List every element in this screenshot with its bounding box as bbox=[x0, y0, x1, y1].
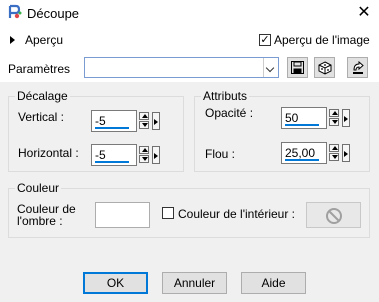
check-icon: ✓ bbox=[260, 34, 270, 46]
image-preview-label[interactable]: Aperçu de l'image bbox=[274, 33, 370, 47]
shadow-color-swatch[interactable] bbox=[95, 202, 150, 228]
cancel-button[interactable]: Annuler bbox=[162, 272, 227, 294]
vertical-label: Vertical : bbox=[18, 110, 65, 124]
blur-input[interactable]: 25,00 bbox=[281, 142, 327, 164]
preview-toggle[interactable]: Aperçu bbox=[25, 33, 63, 47]
reset-button[interactable] bbox=[347, 57, 368, 78]
blur-spinner[interactable] bbox=[329, 144, 340, 162]
horizontal-label: Horizontal : bbox=[18, 146, 79, 160]
interior-color-checkbox[interactable] bbox=[162, 207, 174, 219]
opacity-input[interactable]: 50 bbox=[281, 107, 327, 129]
horizontal-input[interactable]: -5 bbox=[91, 144, 137, 166]
blur-slider-button[interactable] bbox=[342, 144, 350, 162]
spin-up-icon[interactable] bbox=[329, 144, 339, 152]
opacity-level-bar bbox=[285, 124, 319, 126]
spin-up-icon[interactable] bbox=[329, 109, 339, 117]
blur-label: Flou : bbox=[205, 147, 236, 161]
app-icon bbox=[7, 4, 22, 19]
chevron-down-icon[interactable] bbox=[263, 58, 278, 77]
interior-color-label[interactable]: Couleur de l'intérieur : bbox=[178, 207, 295, 221]
help-button[interactable]: Aide bbox=[241, 272, 306, 294]
vertical-slider-button[interactable] bbox=[152, 112, 160, 130]
save-icon bbox=[291, 61, 304, 74]
blur-level-bar bbox=[285, 159, 319, 161]
image-preview-checkbox[interactable]: ✓ bbox=[259, 34, 271, 46]
window-title: Découpe bbox=[27, 6, 80, 21]
attributes-group-title: Attributs bbox=[201, 89, 250, 103]
spin-down-icon[interactable] bbox=[329, 118, 339, 126]
interior-color-swatch bbox=[306, 202, 361, 228]
shadow-color-label-line2: l'ombre : bbox=[17, 214, 63, 228]
offset-group-title: Décalage bbox=[15, 89, 70, 103]
opacity-slider-button[interactable] bbox=[342, 109, 350, 127]
horizontal-spinner[interactable] bbox=[139, 146, 150, 164]
horizontal-value: -5 bbox=[95, 148, 106, 162]
vertical-value: -5 bbox=[95, 114, 106, 128]
opacity-label: Opacité : bbox=[205, 106, 254, 120]
vertical-level-bar bbox=[95, 127, 129, 129]
horizontal-slider-button[interactable] bbox=[152, 146, 160, 164]
spin-up-icon[interactable] bbox=[139, 146, 149, 154]
ok-button[interactable]: OK bbox=[83, 272, 148, 294]
save-preset-button[interactable] bbox=[287, 57, 308, 78]
spin-up-icon[interactable] bbox=[139, 112, 149, 120]
spin-down-icon[interactable] bbox=[139, 155, 149, 163]
preset-combobox[interactable] bbox=[84, 57, 279, 78]
color-group-title: Couleur bbox=[15, 181, 62, 195]
random-button[interactable] bbox=[314, 57, 335, 78]
horizontal-level-bar bbox=[95, 161, 129, 163]
params-label: Paramètres bbox=[8, 62, 71, 76]
disabled-icon bbox=[326, 208, 342, 224]
opacity-value: 50 bbox=[285, 111, 299, 125]
random-dice-icon bbox=[318, 61, 332, 75]
vertical-input[interactable]: -5 bbox=[91, 110, 137, 132]
blur-value: 25,00 bbox=[285, 146, 316, 160]
close-button[interactable]: ✕ bbox=[355, 4, 373, 22]
vertical-spinner[interactable] bbox=[139, 112, 150, 130]
spin-down-icon[interactable] bbox=[329, 153, 339, 161]
expand-arrow-icon[interactable] bbox=[10, 36, 15, 44]
opacity-spinner[interactable] bbox=[329, 109, 340, 127]
spin-down-icon[interactable] bbox=[139, 121, 149, 129]
reset-icon bbox=[353, 61, 364, 74]
